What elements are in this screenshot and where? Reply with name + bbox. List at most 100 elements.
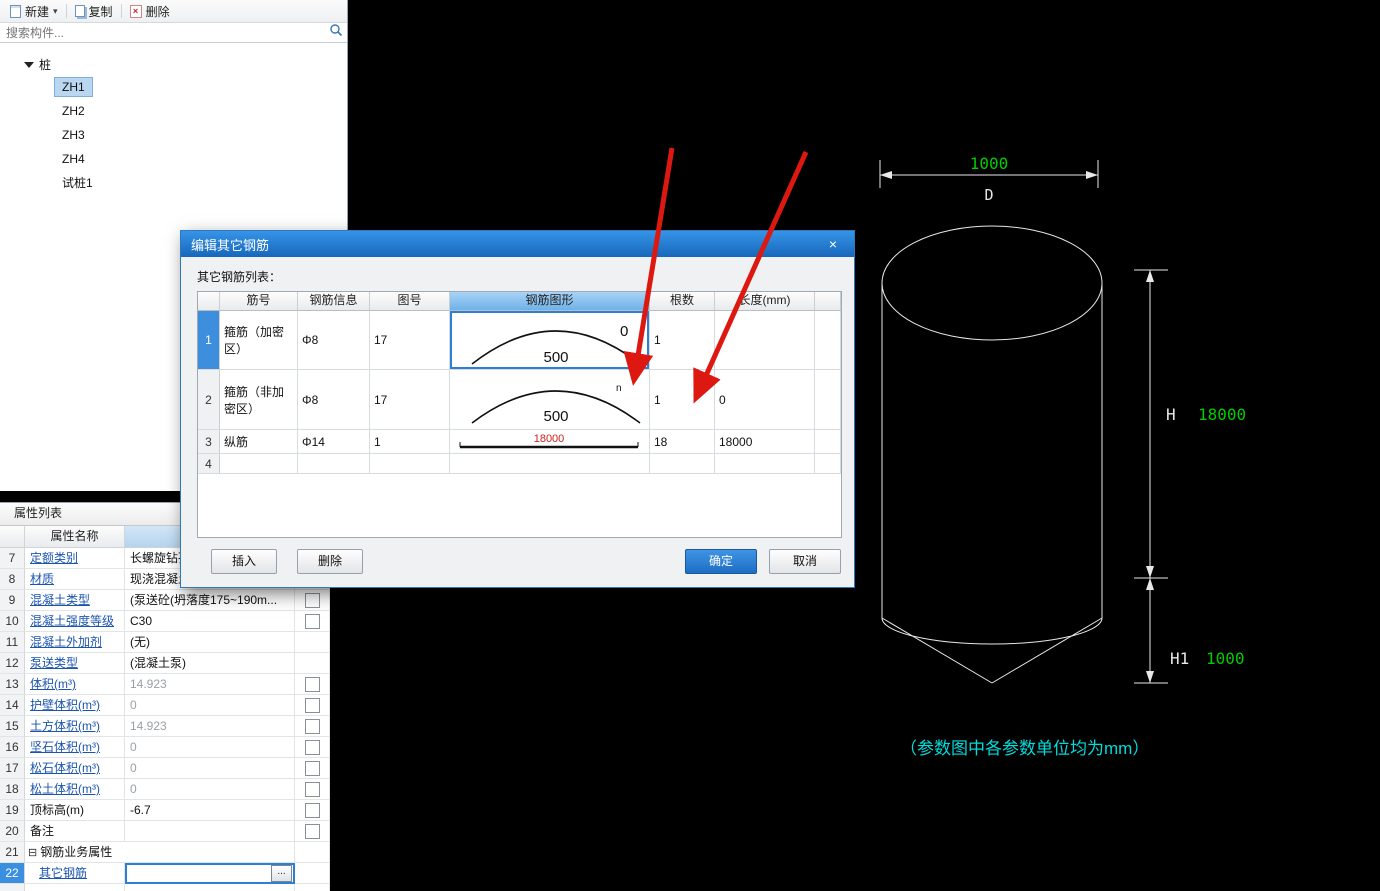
copy-button[interactable]: 复制 — [70, 2, 118, 21]
property-value[interactable] — [125, 821, 295, 842]
chevron-down-icon[interactable]: ▾ — [53, 6, 58, 17]
property-name — [25, 884, 125, 891]
property-name: 护壁体积(m³) — [25, 695, 125, 716]
toolbar-separator — [120, 4, 122, 18]
delete-button[interactable]: × 删除 — [125, 2, 175, 21]
property-row[interactable]: 15 土方体积(m³) 14.923 — [0, 716, 330, 737]
tree-item-zh4[interactable]: ZH4 — [0, 147, 347, 171]
property-panel-tab[interactable]: 属性列表 — [0, 503, 185, 525]
header-property-name[interactable]: 属性名称 — [25, 526, 125, 548]
checkbox-cell — [295, 737, 330, 758]
property-row[interactable]: 11 混凝土外加剂 (无) — [0, 632, 330, 653]
checkbox-cell — [295, 779, 330, 800]
property-value[interactable]: C30 — [125, 611, 295, 632]
tree-item-zh3[interactable]: ZH3 — [0, 123, 347, 147]
header-filler — [815, 292, 841, 311]
rebar-row[interactable]: 1 箍筋（加密区） Φ8 17 0 500 1 — [198, 311, 841, 370]
filler-cell — [815, 454, 841, 474]
dialog-title-text: 编辑其它钢筋 — [191, 237, 270, 253]
tree-item-zh1[interactable]: ZH1 — [0, 75, 347, 99]
property-name: 材质 — [25, 569, 125, 590]
checkbox[interactable] — [304, 613, 320, 629]
cancel-button[interactable]: 取消 — [769, 549, 841, 574]
checkbox[interactable] — [304, 802, 320, 818]
tree-item-zh2[interactable]: ZH2 — [0, 99, 347, 123]
tree-item-shizhuang1[interactable]: 试桩1 — [0, 171, 347, 195]
bar-shape-cell[interactable]: 18000 — [450, 430, 650, 454]
property-group-row[interactable]: 21 钢筋业务属性 — [0, 842, 330, 863]
row-number: 2 — [198, 370, 220, 430]
header-bar-no[interactable]: 筋号 — [220, 292, 298, 311]
tree-expand-icon[interactable] — [24, 61, 34, 68]
checkbox-cell — [295, 611, 330, 632]
property-row-partial[interactable] — [0, 884, 330, 891]
bar-name — [220, 454, 298, 474]
rebar-row[interactable]: 2 箍筋（非加密区） Φ8 17 n 500 1 0 — [198, 370, 841, 430]
close-icon[interactable]: × — [822, 236, 844, 252]
checkbox[interactable] — [304, 781, 320, 797]
ellipsis-button[interactable]: ... — [271, 865, 292, 882]
property-name: 混凝土类型 — [25, 590, 125, 611]
property-row[interactable]: 10 混凝土强度等级 C30 — [0, 611, 330, 632]
property-value[interactable]: (混凝土泵) — [125, 653, 295, 674]
property-name: 备注 — [25, 821, 125, 842]
checkbox[interactable] — [304, 592, 320, 608]
insert-button[interactable]: 插入 — [211, 549, 277, 574]
bar-info: Φ8 — [298, 370, 370, 430]
property-row[interactable]: 19 顶标高(m) -6.7 — [0, 800, 330, 821]
property-name: 顶标高(m) — [25, 800, 125, 821]
property-value: 14.923 — [125, 716, 295, 737]
header-count[interactable]: 根数 — [650, 292, 715, 311]
property-row[interactable]: 18 松土体积(m³) 0 — [0, 779, 330, 800]
checkbox[interactable] — [304, 718, 320, 734]
header-length[interactable]: 长度(mm) — [715, 292, 815, 311]
dialog-title-bar[interactable]: 编辑其它钢筋 × — [181, 231, 854, 257]
dim-h-value: 18000 — [1198, 405, 1246, 424]
search-input[interactable] — [4, 24, 329, 41]
search-icon[interactable] — [329, 23, 343, 42]
property-row[interactable]: 20 备注 — [0, 821, 330, 842]
delete-row-button[interactable]: 删除 — [297, 549, 363, 574]
row-number: 12 — [0, 653, 25, 674]
property-group-name[interactable]: 钢筋业务属性 — [25, 842, 295, 863]
property-value[interactable]: -6.7 — [125, 800, 295, 821]
checkbox-cell — [295, 632, 330, 653]
checkbox[interactable] — [304, 739, 320, 755]
bar-count: 1 — [650, 370, 715, 430]
dim-h-label: H — [1166, 405, 1176, 424]
rebar-row-empty[interactable]: 4 — [198, 454, 841, 474]
figure-no: 17 — [370, 370, 450, 430]
header-bar-shape[interactable]: 钢筋图形 — [450, 292, 650, 311]
checkbox[interactable] — [304, 697, 320, 713]
property-value[interactable]: (无) — [125, 632, 295, 653]
property-value: 0 — [125, 779, 295, 800]
tree-item-label: ZH2 — [62, 104, 85, 118]
property-name: 体积(m³) — [25, 674, 125, 695]
checkbox[interactable] — [304, 823, 320, 839]
bar-info: Φ8 — [298, 311, 370, 370]
row-number: 21 — [0, 842, 25, 863]
new-button[interactable]: 新建 ▾ — [5, 2, 63, 21]
property-row[interactable]: 16 坚石体积(m³) 0 — [0, 737, 330, 758]
svg-text:0: 0 — [620, 323, 628, 340]
ok-button[interactable]: 确定 — [685, 549, 757, 574]
property-row[interactable]: 12 泵送类型 (混凝土泵) — [0, 653, 330, 674]
tree-node-pile[interactable]: 桩 — [0, 53, 347, 75]
property-row[interactable]: 13 体积(m³) 14.923 — [0, 674, 330, 695]
bar-shape-cell[interactable]: 0 500 — [450, 311, 650, 370]
checkbox[interactable] — [304, 676, 320, 692]
header-figure-no[interactable]: 图号 — [370, 292, 450, 311]
checkbox[interactable] — [304, 760, 320, 776]
property-row[interactable]: 17 松石体积(m³) 0 — [0, 758, 330, 779]
property-row-selected[interactable]: 22 其它钢筋 ... — [0, 863, 330, 884]
bar-shape-cell[interactable]: n 500 — [450, 370, 650, 430]
property-row[interactable]: 14 护壁体积(m³) 0 — [0, 695, 330, 716]
property-row[interactable]: 9 混凝土类型 (泵送砼(坍落度175~190m... — [0, 590, 330, 611]
row-number: 16 — [0, 737, 25, 758]
header-bar-info[interactable]: 钢筋信息 — [298, 292, 370, 311]
rebar-row[interactable]: 3 纵筋 Φ14 1 18000 18 18000 — [198, 430, 841, 454]
property-value-editing[interactable]: ... — [125, 863, 295, 884]
pile-bottom-arc — [881, 617, 1103, 645]
property-value[interactable]: (泵送砼(坍落度175~190m... — [125, 590, 295, 611]
checkbox-cell — [295, 884, 330, 891]
